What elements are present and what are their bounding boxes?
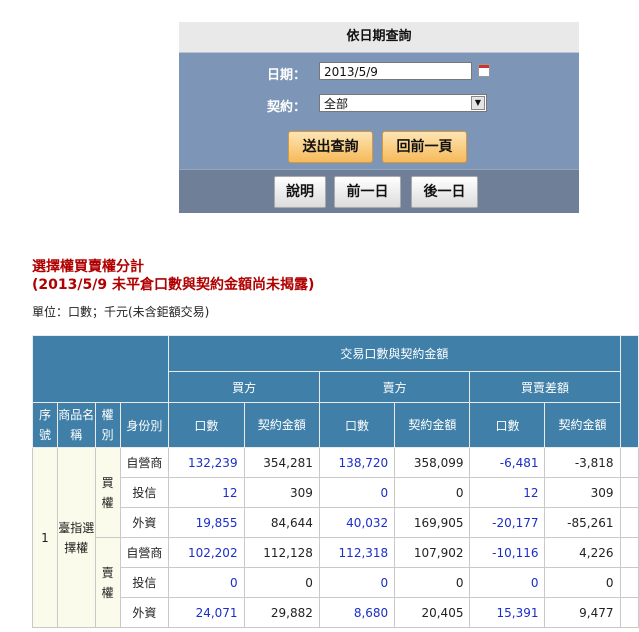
diff-amount-cell: 0 [544,567,621,598]
sell-lots-cell: 138,720 [318,447,396,478]
buy-lots-cell: 132,239 [168,447,245,478]
buy-lots-cell: 12 [168,477,245,508]
identity-cell: 投信 [119,477,170,508]
sell-lots-cell: 0 [318,477,396,508]
table-row: 外資 24,071 29,882 8,680 20,405 15,391 9,4… [33,597,639,628]
query-panel: 依日期查詢 日期： 2013/5/9 契約： 全部 ▼ 送出查詢 回前一頁 說明… [179,22,579,213]
calendar-icon[interactable] [478,64,490,77]
call-cell: 買權 [94,447,121,538]
identity-cell: 外資 [119,597,170,628]
overflow-cell [619,567,639,598]
contract-selected-value: 全部 [324,97,349,111]
product-cell: 臺指選擇權 [56,447,96,628]
table-row: 外資 19,855 84,644 40,032 169,905 -20,177 … [33,507,639,538]
seq-cell: 1 [32,447,58,628]
query-form: 日期： 2013/5/9 契約： 全部 ▼ 送出查詢 回前一頁 [179,53,579,169]
buy-amount-cell: 112,128 [243,537,320,568]
submit-query-button[interactable]: 送出查詢 [288,131,373,163]
diff-lots-cell: -6,481 [469,447,546,478]
diff-amount-cell: -3,818 [544,447,621,478]
next-day-button[interactable]: 後一日 [411,176,478,208]
sell-amount-cell: 20,405 [394,597,471,628]
header-group: 交易口數與契約金額 [168,335,621,372]
unit-note: 單位：口數；千元(未含鉅額交易) [32,305,210,319]
header-sell: 賣方 [318,371,471,403]
header-blank [31,335,170,403]
header-buy-amount: 契約金額 [243,402,320,448]
date-label: 日期： [267,68,307,83]
header-diff: 買賣差額 [469,371,621,403]
identity-cell: 自營商 [119,447,170,478]
diff-amount-cell: -85,261 [544,507,621,538]
diff-amount-cell: 4,226 [544,537,621,568]
overflow-cell [619,537,639,568]
overflow-cell [619,597,639,628]
sell-lots-cell: 0 [318,567,396,598]
table-row: 賣權 自營商 102,202 112,128 112,318 107,902 -… [33,537,639,628]
diff-lots-cell: -10,116 [469,537,546,568]
header-sell-amount: 契約金額 [394,402,471,448]
header-product: 商品名稱 [56,402,96,448]
sell-amount-cell: 169,905 [394,507,471,538]
put-cell: 賣權 [94,537,121,628]
header-buy-lots: 口數 [168,402,245,448]
header-diff-lots: 口數 [469,402,546,448]
sell-lots-cell: 40,032 [318,507,396,538]
help-button[interactable]: 說明 [274,176,326,208]
sell-lots-cell: 112,318 [318,537,396,568]
buy-lots-cell: 19,855 [168,507,245,538]
overflow-cell [619,477,639,508]
header-seq: 序號 [32,402,58,448]
identity-cell: 自營商 [119,537,170,568]
diff-lots-cell: 12 [469,477,546,508]
prev-day-button[interactable]: 前一日 [334,176,401,208]
identity-cell: 投信 [119,567,170,598]
buy-amount-cell: 84,644 [243,507,320,538]
buy-amount-cell: 29,882 [243,597,320,628]
diff-lots-cell: 15,391 [469,597,546,628]
header-overflow [619,335,639,448]
contract-select[interactable]: 全部 ▼ [319,94,487,112]
sell-amount-cell: 107,902 [394,537,471,568]
report-subtitle: (2013/5/9 未平倉口數與契約金額尚未揭露) [32,277,315,293]
header-buy: 買方 [168,371,320,403]
table-row: 投信 0 0 0 0 0 0 [33,567,639,598]
back-page-button[interactable]: 回前一頁 [382,131,467,163]
header-diff-amount: 契約金額 [544,402,621,448]
query-panel-title: 依日期查詢 [179,22,579,53]
diff-amount-cell: 9,477 [544,597,621,628]
buy-amount-cell: 309 [243,477,320,508]
query-nav: 說明 前一日 後一日 [179,169,579,213]
contract-label: 契約： [267,100,307,115]
buy-amount-cell: 0 [243,567,320,598]
buy-amount-cell: 354,281 [243,447,320,478]
sell-amount-cell: 0 [394,477,471,508]
sell-amount-cell: 0 [394,567,471,598]
buy-lots-cell: 24,071 [168,597,245,628]
diff-amount-cell: 309 [544,477,621,508]
header-sell-lots: 口數 [318,402,396,448]
report-title: 選擇權買賣權分計 [32,259,144,275]
sell-amount-cell: 358,099 [394,447,471,478]
chevron-down-icon[interactable]: ▼ [471,96,485,110]
sell-lots-cell: 8,680 [318,597,396,628]
buy-lots-cell: 102,202 [168,537,245,568]
overflow-cell [619,507,639,538]
table-row: 投信 12 309 0 0 12 309 [33,477,639,508]
header-right: 權別 [94,402,121,448]
date-input[interactable]: 2013/5/9 [319,62,472,80]
table-row: 1 臺指選擇權 買權 自營商 132,239 354,281 138,720 3… [32,447,639,628]
identity-cell: 外資 [119,507,170,538]
overflow-cell [619,447,639,478]
buy-lots-cell: 0 [168,567,245,598]
data-table: 交易口數與契約金額 買方 賣方 買賣差額 序號 商品名稱 權別 身份別 口數 契… [31,335,639,628]
diff-lots-cell: -20,177 [469,507,546,538]
diff-lots-cell: 0 [469,567,546,598]
header-identity: 身份別 [119,402,170,448]
